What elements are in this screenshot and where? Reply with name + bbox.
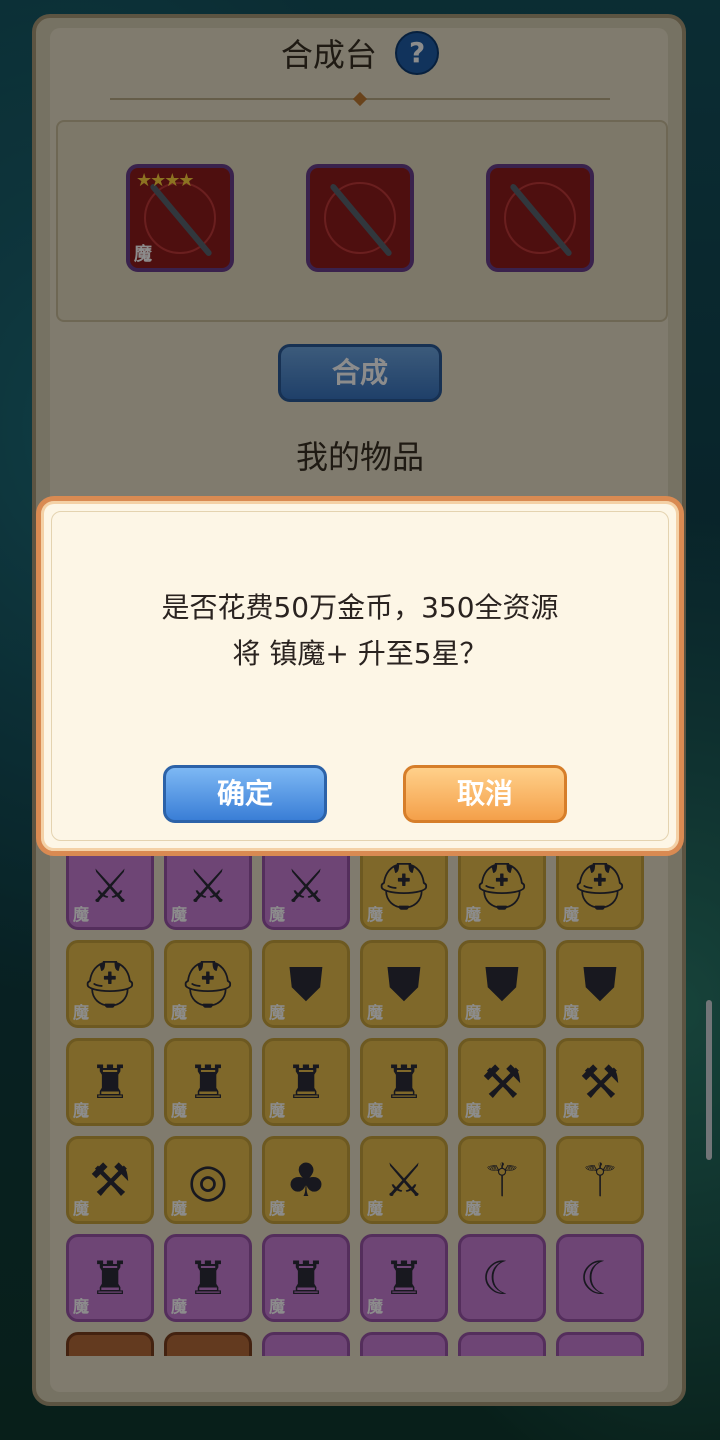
dialog-line-2: 将 镇魔+ 升至5星？	[232, 637, 488, 670]
confirm-dialog: 是否花费50万金币，350全资源 将 镇魔+ 升至5星？ 确定 取消	[36, 496, 684, 856]
confirm-button[interactable]: 确定	[163, 765, 327, 823]
dialog-line-1: 是否花费50万金币，350全资源	[161, 591, 559, 624]
dialog-message: 是否花费50万金币，350全资源 将 镇魔+ 升至5星？	[41, 585, 679, 677]
cancel-button[interactable]: 取消	[403, 765, 567, 823]
